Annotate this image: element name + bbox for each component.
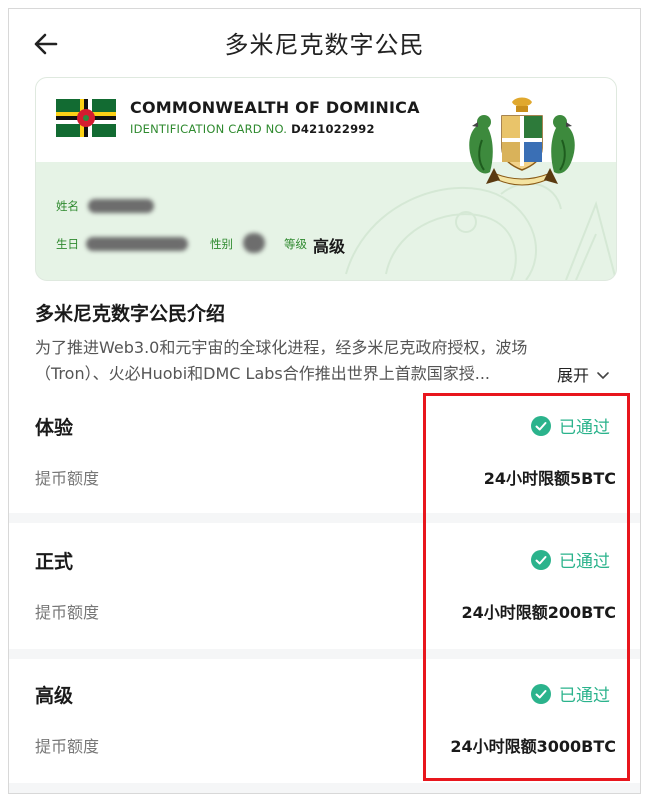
section-name: 高级 [35,685,74,707]
expand-label: 展开 [557,366,590,385]
page-title: 多米尼克数字公民 [224,31,425,59]
app-screen: 多米尼克数字公民 COMMONWEALTH OF DOMINICA IDENTI… [8,8,641,794]
coat-of-arms-icon [469,97,575,186]
section-name: 体验 [35,417,74,439]
highlight-box [423,393,630,781]
top-bar: 多米尼克数字公民 [9,9,640,77]
card-id-label: IDENTIFICATION CARD NO. [130,122,288,136]
level-label: 等级 [284,237,307,251]
card-country: COMMONWEALTH OF DOMINICA [130,98,420,117]
intro-line-2: （Tron）、火必Huobi和DMC Labs合作推出世界上首款国家授... [35,364,490,383]
intro-line-1: 为了推进Web3.0和元宇宙的全球化进程，经多米尼克政府授权，波场 [35,338,528,357]
level-value: 高级 [313,237,346,256]
limit-label: 提币额度 [35,737,100,756]
limit-label: 提币额度 [35,469,100,488]
expand-button[interactable]: 展开 [557,362,610,386]
birth-label: 生日 [56,237,79,251]
gender-value-redacted [243,233,265,253]
limit-label: 提币额度 [35,603,100,622]
chevron-down-icon [597,372,609,380]
name-label: 姓名 [56,199,79,213]
section-divider [9,783,640,793]
dominica-flag-icon [56,99,116,137]
intro-title: 多米尼克数字公民介绍 [35,303,226,325]
card-id-line: IDENTIFICATION CARD NO. D421022992 [130,122,375,136]
birth-value-redacted [86,237,188,251]
section-name: 正式 [35,551,74,573]
intro-text: 为了推进Web3.0和元宇宙的全球化进程，经多米尼克政府授权，波场 （Tron）… [35,335,615,387]
gender-label: 性别 [210,237,233,251]
card-id-number: D421022992 [291,122,375,136]
name-value-redacted [88,199,154,213]
identity-card: COMMONWEALTH OF DOMINICA IDENTIFICATION … [35,77,617,281]
